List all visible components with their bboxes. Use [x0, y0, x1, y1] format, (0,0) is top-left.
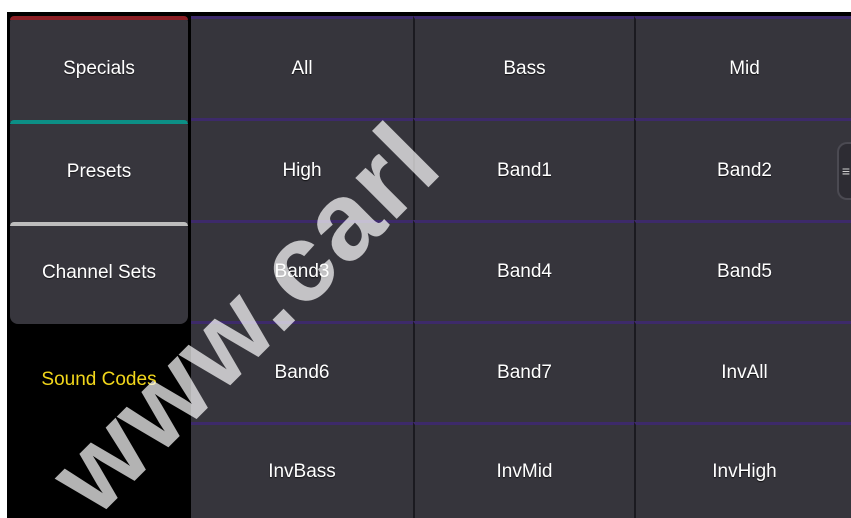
tab-label: Specials: [63, 58, 135, 79]
sound-code-button-invbass[interactable]: InvBass: [191, 422, 413, 518]
sound-code-button-invmid[interactable]: InvMid: [413, 422, 634, 518]
tab-label: Presets: [66, 161, 132, 182]
sound-code-button-band2[interactable]: Band2: [634, 118, 851, 220]
sound-code-button-invall[interactable]: InvAll: [634, 321, 851, 422]
sound-code-button-all[interactable]: All: [191, 16, 413, 118]
sound-code-button-band1[interactable]: Band1: [413, 118, 634, 220]
tab-accent-bar: [10, 120, 188, 124]
sound-code-button-band7[interactable]: Band7: [413, 321, 634, 422]
tab-specials[interactable]: Specials: [10, 16, 188, 122]
tab-label: Sound Codes: [41, 369, 157, 390]
sound-codes-panel: Specials Presets Channel Sets Sound Code…: [7, 12, 851, 518]
tab-accent-bar: [10, 222, 188, 226]
category-sidebar: Specials Presets Channel Sets Sound Code…: [7, 12, 191, 518]
tab-sound-codes[interactable]: Sound Codes: [10, 330, 188, 430]
sound-code-button-band5[interactable]: Band5: [634, 220, 851, 321]
tab-label: Channel Sets: [41, 262, 157, 283]
sound-code-button-invhigh[interactable]: InvHigh: [634, 422, 851, 518]
sound-code-button-band3[interactable]: Band3: [191, 220, 413, 321]
tab-channel-sets[interactable]: Channel Sets: [10, 222, 188, 324]
sound-code-button-band4[interactable]: Band4: [413, 220, 634, 321]
sound-code-button-mid[interactable]: Mid: [634, 16, 851, 118]
sound-code-button-bass[interactable]: Bass: [413, 16, 634, 118]
sound-code-button-high[interactable]: High: [191, 118, 413, 220]
tab-presets[interactable]: Presets: [10, 120, 188, 224]
sound-code-button-grid: All Bass Mid High Band1 Band2 Band3 Band…: [191, 16, 851, 518]
drag-handle[interactable]: ≡: [837, 142, 851, 200]
tab-accent-bar: [10, 16, 188, 20]
sound-code-button-band6[interactable]: Band6: [191, 321, 413, 422]
hamburger-icon: ≡: [841, 163, 851, 179]
